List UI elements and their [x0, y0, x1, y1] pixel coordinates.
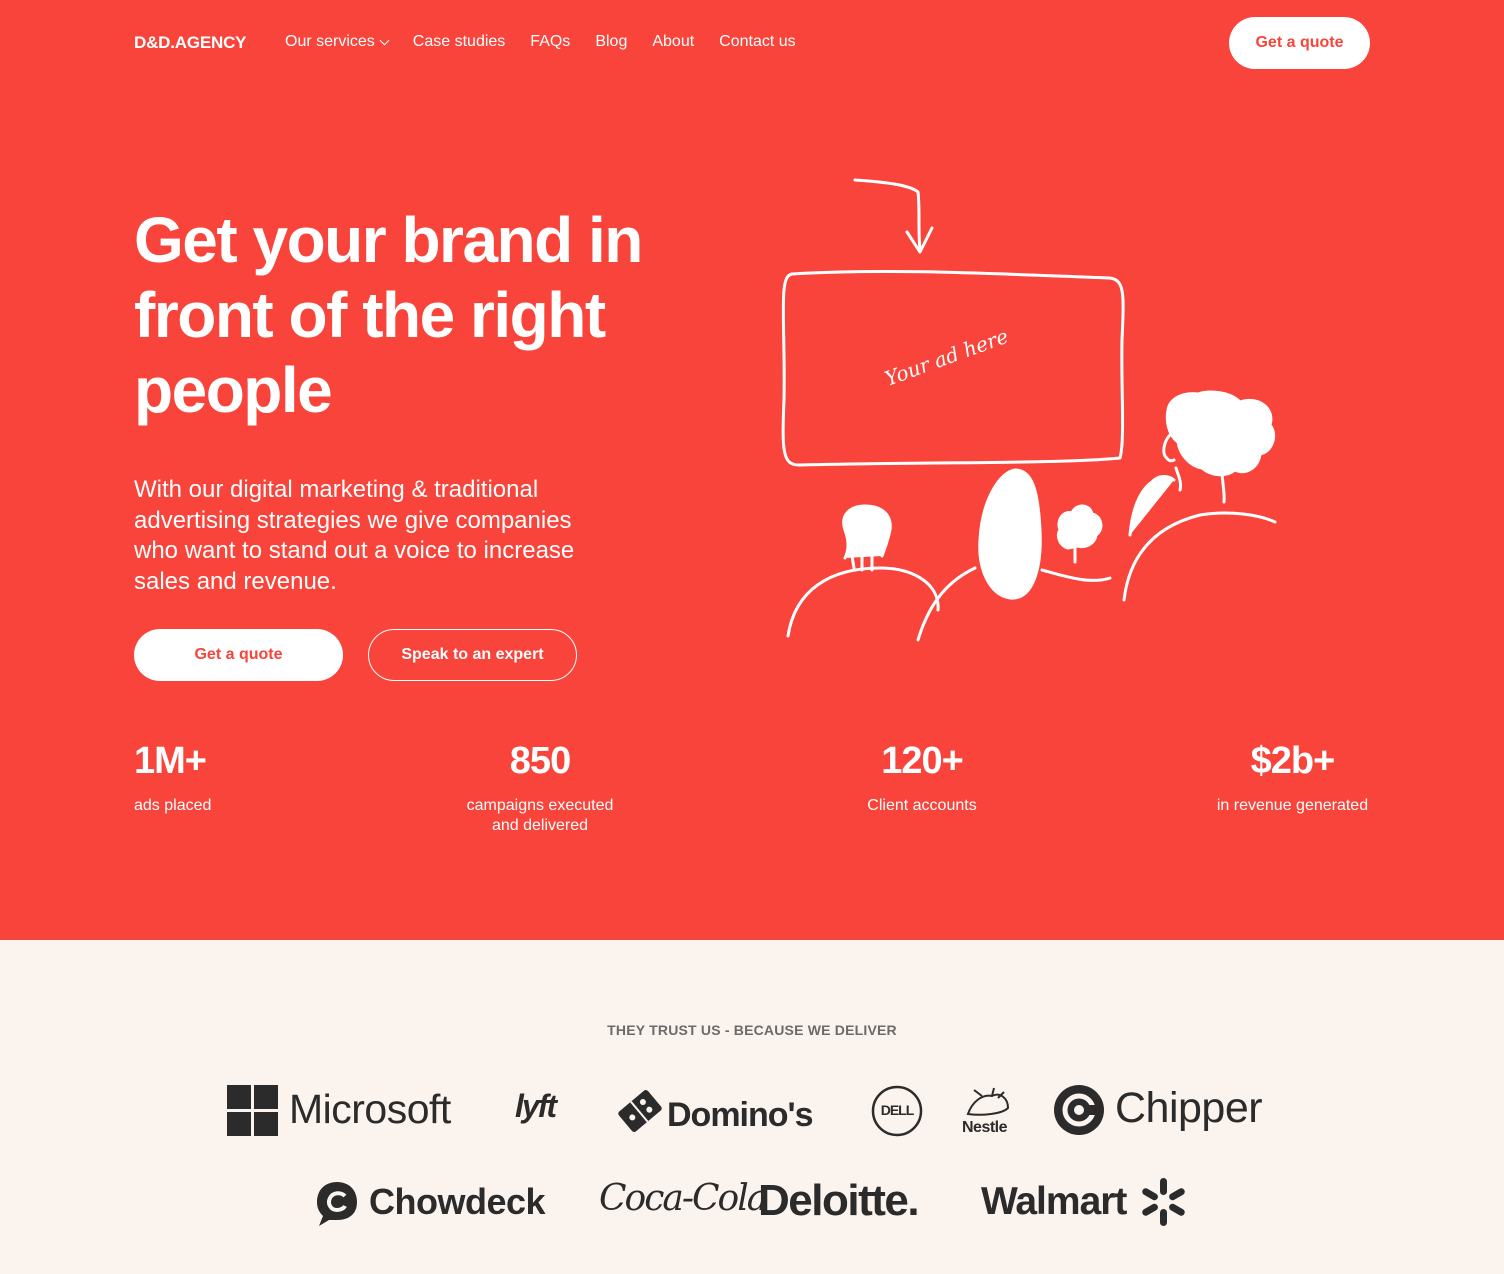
nav-our-services[interactable]: Our services [285, 33, 390, 51]
microsoft-logo-icon [227, 1085, 278, 1136]
microsoft-logo: Microsoft [289, 1086, 451, 1132]
your-ad-here-caption: Your ad here [882, 324, 1012, 391]
stat-label: campaigns executed and delivered [466, 797, 614, 834]
walmart-spark-icon [1142, 1178, 1185, 1226]
walmart-logo: Walmart [981, 1180, 1127, 1223]
main-nav: Our services Case studies FAQs Blog Abou… [285, 33, 821, 51]
nav-blog[interactable]: Blog [595, 33, 627, 51]
nav-case-studies[interactable]: Case studies [413, 33, 506, 51]
lyft-logo: lyft [515, 1088, 557, 1124]
stat-client-accounts: 120+ Client accounts [852, 738, 992, 816]
trust-title: THEY TRUST US - BECAUSE WE DELIVER [607, 1022, 897, 1038]
stat-value: 120+ [881, 740, 964, 782]
stat-label: in revenue generated [1216, 797, 1369, 814]
hero-title: Get your brand in front of the right peo… [134, 204, 643, 426]
billboard-audience-illustration: Your ad here [781, 178, 1277, 642]
chipper-logo: Chipper [1115, 1084, 1263, 1132]
hero-subtitle: With our digital marketing & traditional… [134, 476, 575, 595]
nav-faqs[interactable]: FAQs [530, 33, 570, 51]
stat-ads-placed: 1M+ ads placed [134, 738, 214, 816]
stat-value: 1M+ [134, 740, 207, 782]
stat-value: 850 [509, 740, 571, 782]
deloitte-logo: Deloitte. [758, 1176, 920, 1225]
dominos-logo: Domino's [667, 1096, 814, 1134]
nestle-nest-icon [966, 1087, 1010, 1116]
chipper-logo-icon [1054, 1085, 1104, 1135]
dominos-logo-icon [618, 1090, 662, 1132]
get-quote-button[interactable]: Get a quote [134, 629, 343, 681]
stat-value: $2b+ [1250, 740, 1336, 782]
nav-our-services-label: Our services [285, 33, 375, 50]
header-get-quote-button[interactable]: Get a quote [1229, 17, 1370, 69]
stat-label: Client accounts [867, 797, 977, 814]
hero-section: D&D.AGENCY Our services Case studies FAQ… [0, 0, 1504, 940]
chevron-down-icon [379, 35, 390, 45]
nav-contact-us[interactable]: Contact us [719, 33, 795, 51]
stat-campaigns: 850 campaigns executed and delivered [455, 738, 625, 836]
stat-revenue: $2b+ in revenue generated [1210, 738, 1375, 816]
chowdeck-logo: Chowdeck [369, 1181, 546, 1222]
site-logo[interactable]: D&D.AGENCY [134, 33, 246, 53]
nav-about[interactable]: About [652, 33, 694, 51]
stat-label: ads placed [134, 797, 212, 814]
speak-to-expert-button[interactable]: Speak to an expert [368, 629, 577, 681]
dell-logo: DELL [880, 1102, 915, 1118]
chowdeck-logo-icon [317, 1182, 357, 1226]
coca-cola-logo: Coca-Cola [599, 1178, 768, 1219]
nestle-logo: Nestle [962, 1119, 1008, 1136]
